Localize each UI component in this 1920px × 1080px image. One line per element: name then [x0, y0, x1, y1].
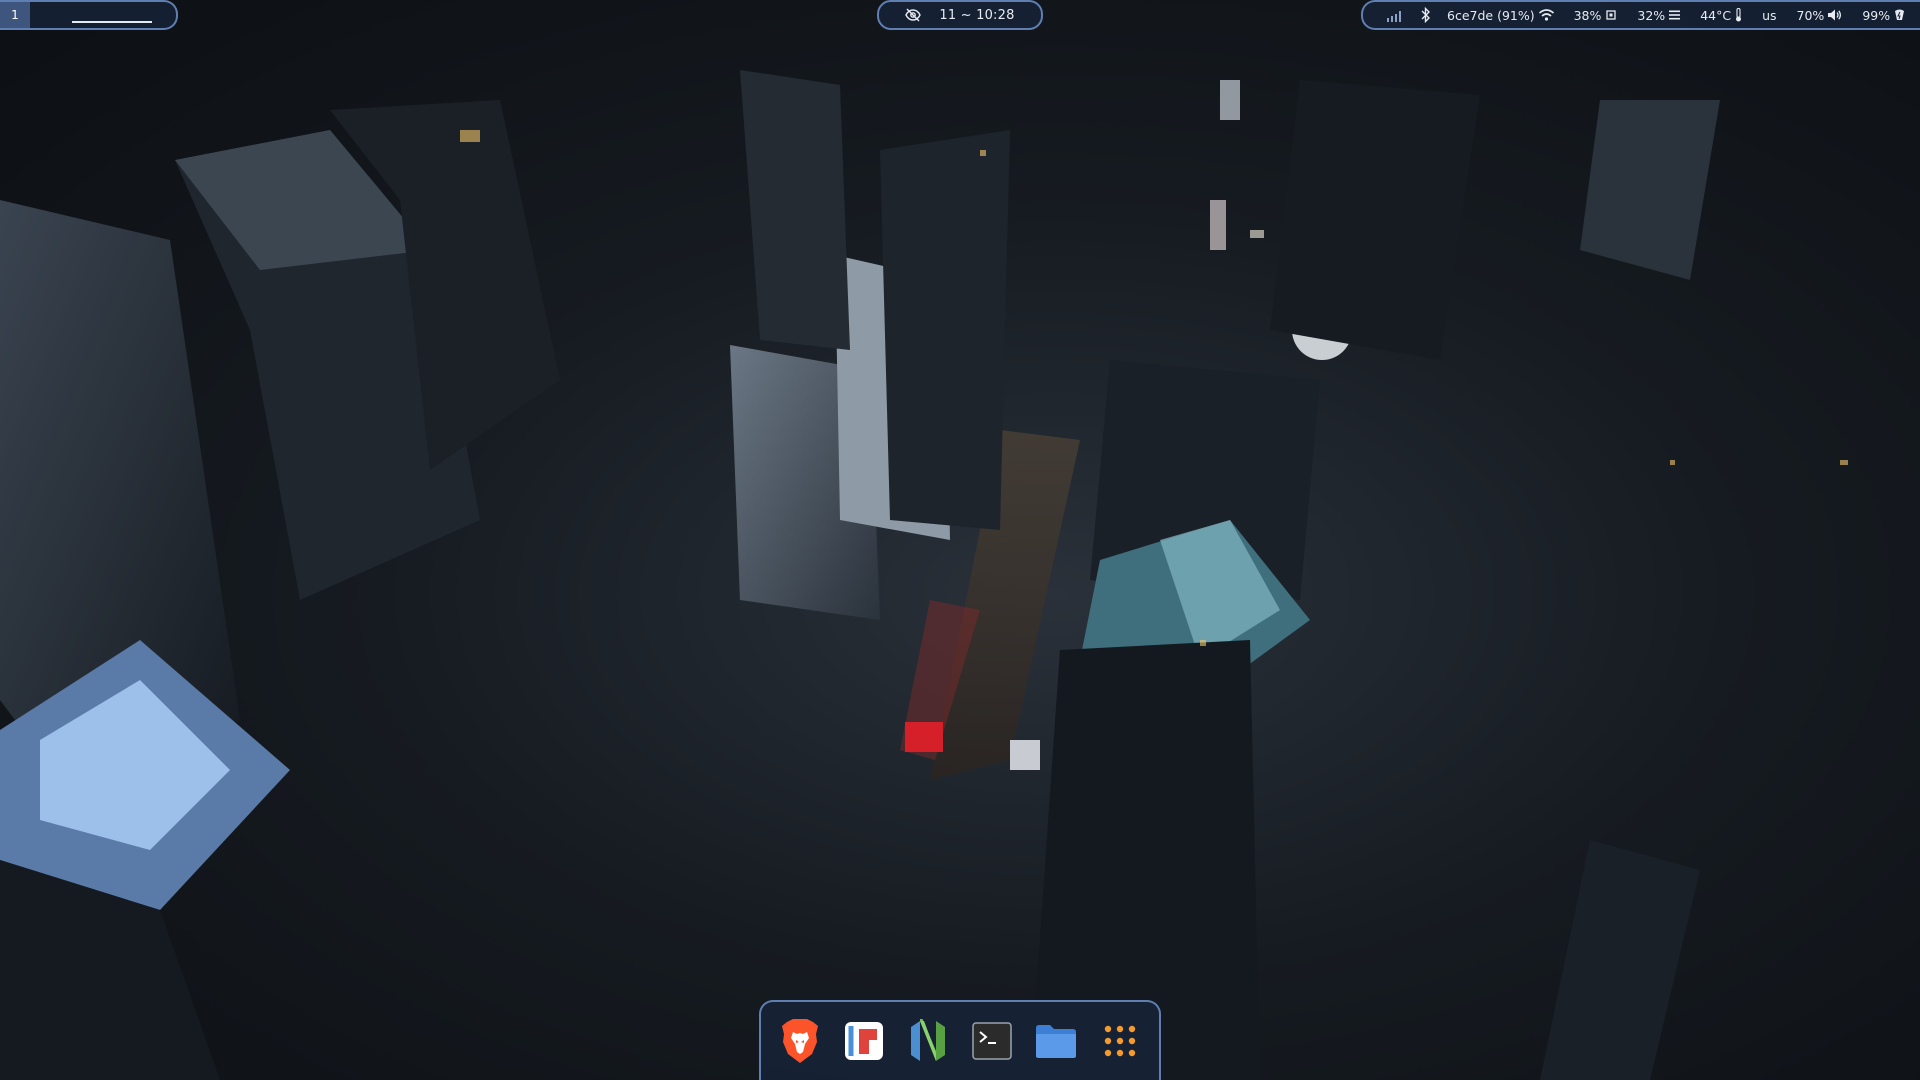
network-name: 6ce7de (91%) [1447, 7, 1535, 23]
speaker-icon [1828, 9, 1842, 21]
workspace-button-1[interactable]: 1 [0, 2, 30, 28]
neovim-icon [911, 1019, 945, 1061]
keyboard-layout[interactable]: us [1762, 8, 1776, 23]
wifi-icon [1538, 9, 1554, 21]
keyboard-layout-value: us [1762, 7, 1777, 23]
eye-off-icon[interactable] [905, 7, 922, 23]
clock-widget[interactable]: 11 ~ 10:28 [877, 0, 1043, 30]
workspace-switcher: 1 [0, 0, 178, 30]
wallpaper-city-aerial [0, 70, 1848, 1080]
cpu-usage[interactable]: 38% [1574, 8, 1618, 23]
file-manager-icon [1036, 1025, 1076, 1058]
brave-browser-icon [782, 1019, 818, 1063]
dock-app-terminal[interactable] [969, 1018, 1015, 1064]
thermometer-icon [1736, 8, 1742, 22]
memory-icon [1669, 10, 1681, 20]
dock [759, 1000, 1161, 1080]
memory-usage[interactable]: 32% [1637, 7, 1681, 23]
dock-app-grid[interactable] [1097, 1018, 1143, 1064]
clock-text: 11 ~ 10:28 [939, 7, 1015, 23]
memory-value: 32% [1637, 7, 1666, 23]
dock-app-neovim[interactable] [905, 1018, 951, 1064]
active-window-indicator[interactable] [72, 21, 152, 23]
dock-app-flathub[interactable] [841, 1018, 887, 1064]
bluetooth-toggle[interactable] [1421, 7, 1431, 23]
dock-app-files[interactable] [1033, 1018, 1079, 1064]
battery-charging-icon [1895, 9, 1905, 20]
desktop[interactable]: 1 11 ~ 10:28 6ce7de (91%) 38% 32% 44°C u… [0, 0, 1920, 1080]
dock-app-brave[interactable] [777, 1018, 823, 1064]
workspace-label: 1 [11, 8, 19, 22]
network-speed-graph[interactable] [1387, 8, 1407, 22]
volume-control[interactable]: 70% [1797, 8, 1843, 23]
battery-value: 99% [1862, 7, 1891, 23]
temperature-value: 44°C [1700, 7, 1732, 23]
terminal-icon [972, 1022, 1012, 1060]
volume-value: 70% [1796, 7, 1825, 23]
cpu-icon [1606, 10, 1617, 20]
flathub-store-icon [845, 1022, 883, 1060]
battery-status[interactable]: 99% [1862, 8, 1905, 23]
temperature-sensor[interactable]: 44°C [1700, 8, 1742, 23]
bluetooth-icon [1421, 7, 1430, 23]
cpu-value: 38% [1573, 7, 1602, 23]
system-tray: 6ce7de (91%) 38% 32% 44°C us 70% 99% [1361, 0, 1920, 30]
app-grid-icon [1104, 1025, 1136, 1057]
network-graph-icon [1387, 11, 1401, 22]
wifi-status[interactable]: 6ce7de (91%) [1447, 8, 1554, 23]
